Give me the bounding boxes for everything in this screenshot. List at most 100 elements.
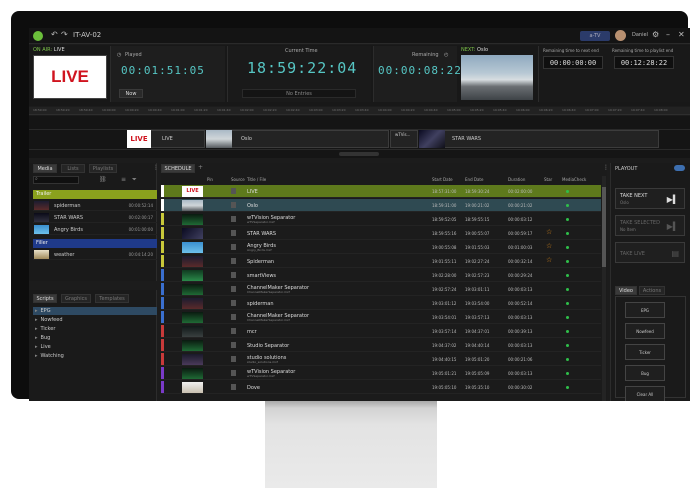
row-thumb — [182, 368, 203, 379]
row-title: Spiderman — [247, 259, 275, 265]
media-item-name: spiderman — [54, 203, 81, 209]
row-thumb — [182, 256, 203, 267]
tab-actions[interactable]: Actions — [639, 286, 665, 295]
filter-icon[interactable]: ⏷ — [132, 176, 137, 184]
link-icon[interactable]: ⛓ — [99, 176, 107, 183]
take-next-button[interactable]: TAKE NEXT Oslo ▶▍ — [615, 188, 685, 209]
minimize-icon[interactable]: – — [666, 30, 670, 39]
media-search-input[interactable] — [33, 176, 79, 184]
take-selected-button[interactable]: TAKE SELECTED No Item ▶▍ — [615, 215, 685, 236]
script-item[interactable]: ▸ Watching — [33, 352, 157, 360]
script-item[interactable]: ▸ Ticker — [33, 325, 157, 333]
media-item-duration: 00:04:14:20 — [128, 252, 153, 257]
column-header[interactable]: Start Date — [432, 177, 453, 182]
column-header[interactable]: MediaCheck — [562, 177, 586, 182]
tab-lists[interactable]: Lists — [61, 164, 85, 173]
schedule-row[interactable]: STAR WARS 18:59:55:16 19:00:55:07 00:00:59:… — [161, 227, 601, 240]
graphic-button-nowfeed[interactable]: Nowfeed — [625, 323, 665, 339]
avatar[interactable] — [615, 30, 626, 41]
user-name[interactable]: Daniel — [632, 32, 648, 38]
script-item-label: Nowfeed — [40, 317, 63, 323]
media-menu-icon[interactable]: ⋮ — [153, 164, 159, 171]
media-thumb — [34, 250, 49, 259]
schedule-row[interactable]: mcr 19:03:57:14 19:04:37:01 00:00:39:13 — [161, 325, 601, 338]
schedule-row[interactable]: spiderman 19:03:01:12 19:03:54:00 00:00:52:… — [161, 297, 601, 310]
playout-toggle[interactable] — [674, 165, 685, 171]
schedule-row[interactable]: Angry Birds Angry_Birds.mxf 19:00:55:08 19:… — [161, 241, 601, 254]
media-group-trailer[interactable]: Trailer — [33, 190, 157, 199]
graphic-button-bug[interactable]: Bug — [625, 365, 665, 381]
channel-badge[interactable]: a-TV — [580, 31, 610, 41]
media-item[interactable]: STAR WARS 00:02:00:17 — [33, 212, 157, 223]
media-item[interactable]: spiderman 00:00:52:14 — [33, 200, 157, 211]
schedule-scroll-thumb[interactable] — [602, 187, 606, 267]
schedule-row[interactable]: Dove 19:05:05:10 19:05:35:10 00:00:30:02 — [161, 381, 601, 394]
tab-templates[interactable]: Templates — [95, 294, 129, 303]
ruler-tick-label: 19:07:20 — [608, 108, 622, 112]
column-header[interactable]: Pin — [207, 177, 213, 182]
ruler-tick-label: 19:03:20 — [332, 108, 346, 112]
schedule-menu-icon[interactable]: ⋮ — [603, 164, 609, 171]
undo-icon[interactable]: ↶ — [51, 30, 58, 39]
column-header[interactable]: Source — [231, 177, 245, 182]
media-check-dot — [566, 330, 569, 333]
timeline-item-label: wTVis... — [395, 132, 411, 137]
close-icon[interactable]: ✕ — [678, 30, 685, 39]
media-check-dot — [566, 260, 569, 263]
source-icon — [231, 342, 236, 348]
column-header[interactable]: Title / File — [247, 177, 266, 182]
playout-title: PLAYOUT — [615, 166, 638, 172]
column-header[interactable]: End Date — [465, 177, 483, 182]
schedule-row[interactable]: Studio Separator 19:04:37:02 19:04:40:14 00… — [161, 339, 601, 352]
timeline-track-line — [29, 149, 690, 150]
star-icon[interactable]: ☆ — [546, 257, 552, 264]
gear-icon[interactable]: ⚙ — [652, 30, 659, 39]
schedule-row[interactable]: ChannelMaker Separator ChannelMakerSepara… — [161, 283, 601, 296]
column-header[interactable]: Star — [544, 177, 552, 182]
row-start: 19:05:01:21 — [432, 371, 457, 376]
media-item[interactable]: Angry Birds 00:01:00:00 — [33, 224, 157, 235]
timeline-scroll-handle[interactable] — [339, 152, 379, 156]
tab-graphics[interactable]: Graphics — [61, 294, 91, 303]
timeline-item-oslo[interactable] — [206, 130, 389, 148]
ruler-tick-label: 18:59:40 — [79, 108, 93, 112]
graphic-button-clear-all[interactable]: Clear All — [625, 386, 665, 401]
list-view-icon[interactable]: ≡ — [121, 176, 126, 183]
ruler-tick-label: 19:05:20 — [470, 108, 484, 112]
add-tab-icon[interactable]: + — [198, 164, 203, 171]
tab-video[interactable]: Video — [615, 286, 637, 295]
script-item[interactable]: ▸ EPG — [33, 307, 157, 315]
source-icon — [231, 216, 236, 222]
take-next-label: TAKE NEXT — [620, 193, 648, 199]
graphic-button-epg[interactable]: EPG — [625, 302, 665, 318]
redo-icon[interactable]: ↷ — [61, 30, 68, 39]
column-header[interactable]: Duration — [508, 177, 525, 182]
schedule-row[interactable]: LIVE LIVE 18:57:31:00 18:59:30:24 00:02:00:0… — [161, 185, 601, 198]
source-icon — [231, 356, 236, 362]
schedule-row[interactable]: Spiderman 19:01:55:11 19:02:27:24 00:00:32:… — [161, 255, 601, 268]
script-item[interactable]: ▸ Bug — [33, 334, 157, 342]
tab-schedule[interactable]: SCHEDULE — [161, 164, 195, 173]
script-item[interactable]: ▸ Live — [33, 343, 157, 351]
script-item[interactable]: ▸ Nowfeed — [33, 316, 157, 324]
graphic-button-ticker[interactable]: Ticker — [625, 344, 665, 360]
schedule-row[interactable]: smartViews 19:02:28:00 19:02:57:23 00:00:29… — [161, 269, 601, 282]
now-button[interactable]: Now — [119, 89, 143, 98]
schedule-row[interactable]: wTVision Separator wTVSeparator.mxf 19:05:… — [161, 367, 601, 380]
schedule-row[interactable]: Oslo 18:59:31:00 19:00:21:02 00:00:21:02 — [161, 199, 601, 212]
tab-playlists[interactable]: Playlists — [89, 164, 117, 173]
media-item[interactable]: weather 00:04:14:20 — [33, 249, 157, 260]
star-icon[interactable]: ☆ — [546, 243, 552, 250]
tab-media[interactable]: Media — [33, 164, 57, 173]
played-time: 00:01:51:05 — [121, 64, 205, 77]
row-end: 19:05:35:10 — [465, 385, 490, 390]
tab-scripts[interactable]: Scripts — [33, 294, 57, 303]
schedule-row[interactable]: studio solutions studio_solutions.mxf 19:0… — [161, 353, 601, 366]
star-icon[interactable]: ☆ — [546, 229, 552, 236]
schedule-row[interactable]: wTVision Separator wTVSeparator.mxf 18:59:… — [161, 213, 601, 226]
take-live-button[interactable]: TAKE LIVE ▤ — [615, 242, 685, 263]
schedule-row[interactable]: ChannelMaker Separator ChannelMakerSepara… — [161, 311, 601, 324]
group-color-bar — [161, 297, 164, 309]
media-group-filler[interactable]: Filler — [33, 239, 157, 248]
expand-arrow-icon: ▸ — [35, 344, 38, 350]
